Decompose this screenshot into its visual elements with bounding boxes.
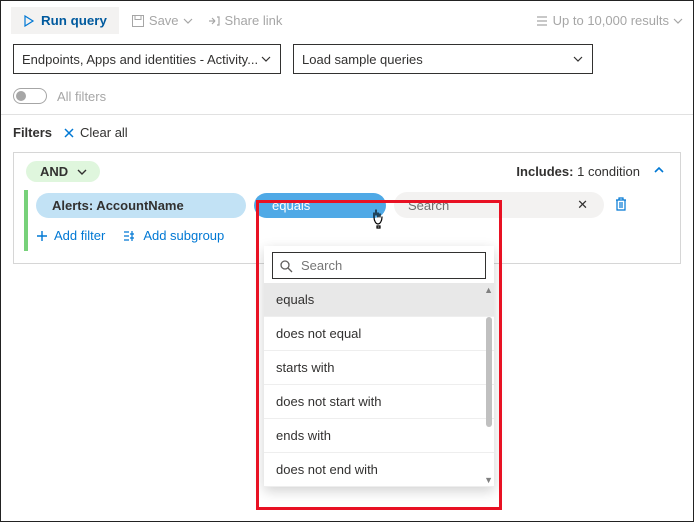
delete-condition-button[interactable] bbox=[612, 194, 630, 217]
operator-option[interactable]: does not equal bbox=[264, 317, 494, 351]
filters-title: Filters bbox=[13, 125, 52, 140]
logic-operator-label: AND bbox=[40, 164, 68, 179]
search-icon bbox=[279, 259, 293, 273]
add-filter-button[interactable]: Add filter bbox=[36, 228, 105, 243]
all-filters-label: All filters bbox=[57, 89, 106, 104]
operator-option[interactable]: does not start with bbox=[264, 385, 494, 419]
condition-field-label: Alerts: AccountName bbox=[52, 198, 184, 213]
operator-option[interactable]: does not end with bbox=[264, 453, 494, 487]
chevron-down-icon bbox=[183, 16, 193, 26]
operator-option[interactable]: starts with bbox=[264, 351, 494, 385]
plus-icon bbox=[36, 230, 48, 242]
save-label: Save bbox=[149, 13, 179, 28]
run-query-label: Run query bbox=[41, 13, 107, 28]
logic-operator-pill[interactable]: AND bbox=[26, 161, 100, 182]
share-link-button[interactable]: Share link bbox=[205, 9, 285, 32]
chevron-down-icon bbox=[572, 53, 584, 65]
chevron-down-icon bbox=[76, 166, 88, 178]
condition-value-placeholder: Search bbox=[408, 198, 449, 213]
collapse-button[interactable] bbox=[650, 161, 668, 182]
add-filter-label: Add filter bbox=[54, 228, 105, 243]
scrollbar-thumb[interactable] bbox=[486, 317, 492, 427]
all-filters-toggle[interactable] bbox=[13, 88, 47, 104]
trash-icon bbox=[614, 196, 628, 212]
operator-search-input[interactable] bbox=[299, 257, 479, 274]
scope-dropdown[interactable]: Endpoints, Apps and identities - Activit… bbox=[13, 44, 281, 74]
operator-list: ▲ equals does not equal starts with does… bbox=[264, 283, 494, 487]
run-query-button[interactable]: Run query bbox=[11, 7, 119, 34]
operator-dropdown-popup: ▲ equals does not equal starts with does… bbox=[264, 246, 494, 487]
chevron-up-icon bbox=[652, 163, 666, 177]
condition-value-input[interactable]: Search ✕ bbox=[394, 192, 604, 218]
subgroup-icon bbox=[123, 230, 137, 242]
save-icon bbox=[131, 14, 145, 28]
operator-search-box[interactable] bbox=[272, 252, 486, 279]
share-icon bbox=[207, 14, 221, 28]
add-subgroup-button[interactable]: Add subgroup bbox=[123, 228, 224, 243]
operator-option[interactable]: equals bbox=[264, 283, 494, 317]
cursor-icon bbox=[370, 209, 388, 229]
condition-operator-pill[interactable]: equals bbox=[254, 193, 386, 218]
clear-value-button[interactable]: ✕ bbox=[575, 197, 590, 213]
chevron-down-icon bbox=[673, 16, 683, 26]
sample-queries-label: Load sample queries bbox=[302, 52, 423, 67]
results-limit-dropdown[interactable]: Up to 10,000 results bbox=[535, 13, 683, 28]
clear-all-button[interactable]: Clear all bbox=[62, 125, 128, 140]
scope-label: Endpoints, Apps and identities - Activit… bbox=[22, 52, 258, 67]
add-subgroup-label: Add subgroup bbox=[143, 228, 224, 243]
share-label: Share link bbox=[225, 13, 283, 28]
clear-all-label: Clear all bbox=[80, 125, 128, 140]
results-limit-label: Up to 10,000 results bbox=[553, 13, 669, 28]
chevron-down-icon bbox=[260, 53, 272, 65]
scroll-up-icon[interactable]: ▲ bbox=[484, 285, 493, 295]
close-icon bbox=[62, 126, 76, 140]
operator-option[interactable]: ends with bbox=[264, 419, 494, 453]
sample-queries-dropdown[interactable]: Load sample queries bbox=[293, 44, 593, 74]
save-button[interactable]: Save bbox=[129, 9, 195, 32]
scroll-down-icon[interactable]: ▼ bbox=[484, 475, 493, 485]
includes-summary: Includes: 1 condition bbox=[516, 164, 640, 179]
condition-field-pill[interactable]: Alerts: AccountName bbox=[36, 193, 246, 218]
play-icon bbox=[23, 15, 35, 27]
list-icon bbox=[535, 14, 549, 28]
condition-operator-label: equals bbox=[272, 198, 310, 213]
